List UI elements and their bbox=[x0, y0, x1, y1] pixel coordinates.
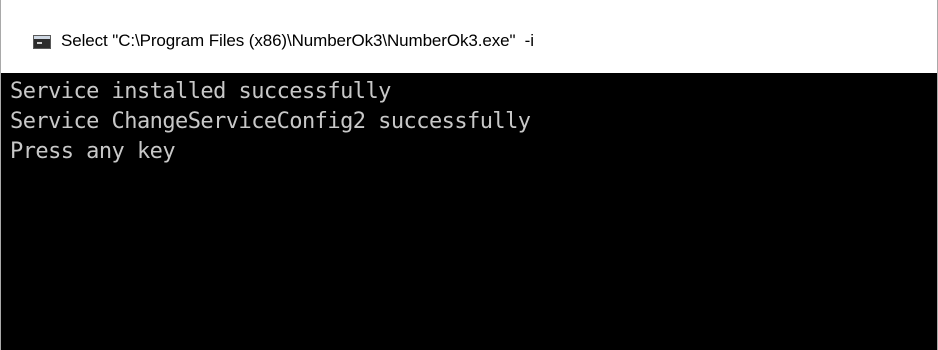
title-bar[interactable]: Select "C:\Program Files (x86)\NumberOk3… bbox=[1, 0, 937, 73]
console-line: Service ChangeServiceConfig2 successfull… bbox=[10, 109, 531, 134]
console-window: Select "C:\Program Files (x86)\NumberOk3… bbox=[0, 0, 938, 350]
window-title: Select "C:\Program Files (x86)\NumberOk3… bbox=[61, 31, 534, 50]
console-window-icon[interactable] bbox=[33, 35, 51, 49]
console-line: Press any key bbox=[10, 139, 176, 164]
console-line: Service installed successfully bbox=[10, 79, 391, 104]
console-output-area[interactable]: Service installed successfully Service C… bbox=[1, 73, 937, 350]
